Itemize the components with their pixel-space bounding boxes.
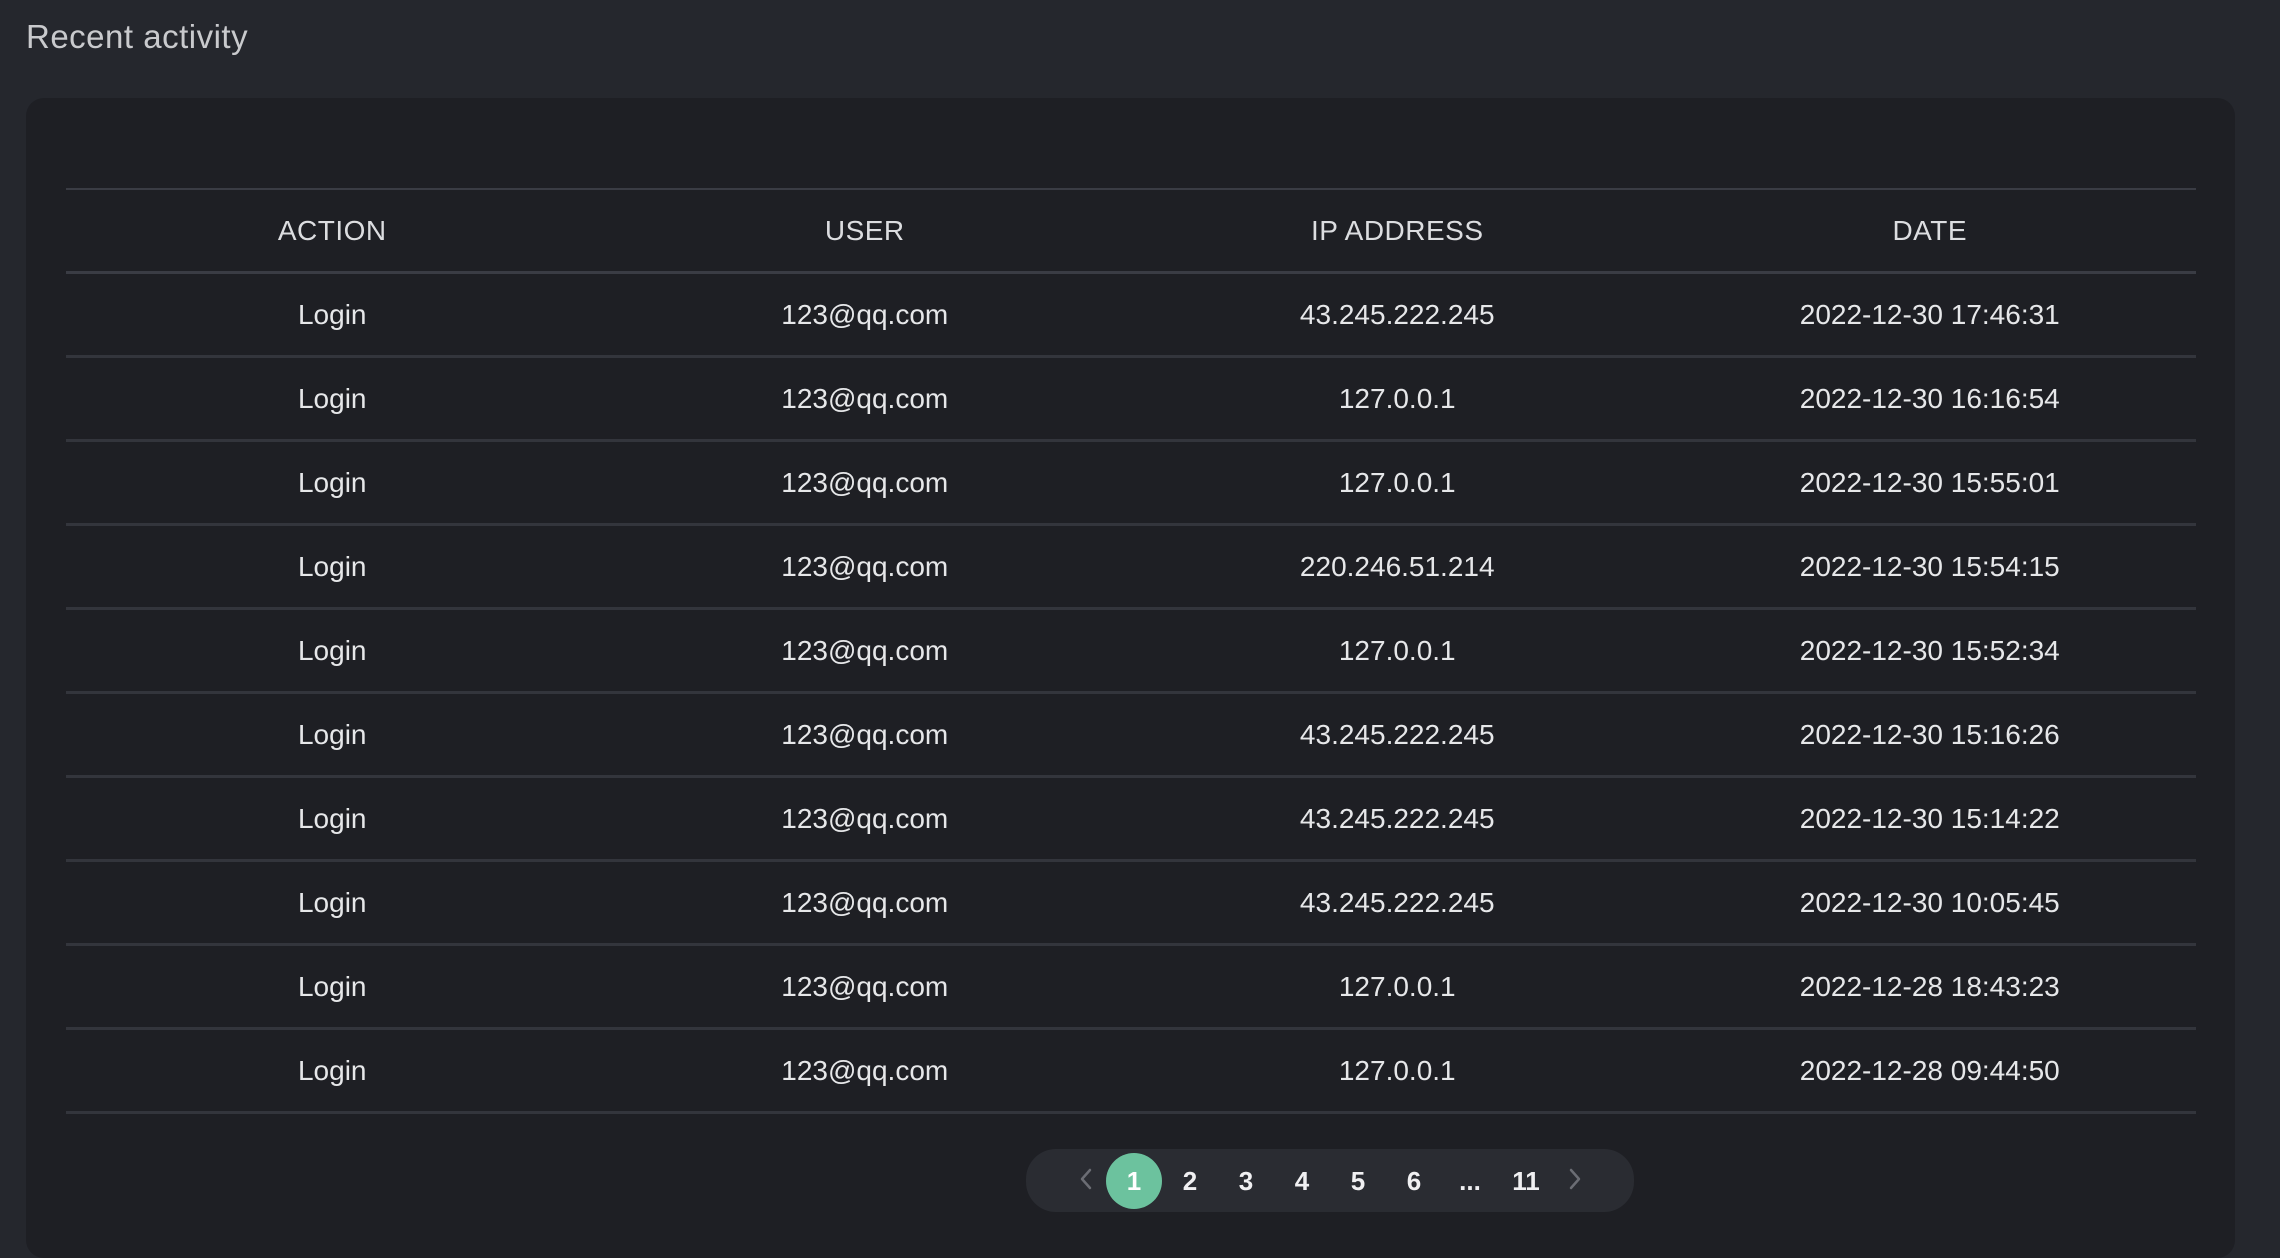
table-row: Login 123@qq.com 127.0.0.1 2022-12-28 18…: [66, 945, 2196, 1029]
cell-action: Login: [297, 1054, 367, 1086]
cell-date: 2022-12-30 15:55:01: [1799, 466, 2060, 498]
pagination: 1 2 3 4 5 6 ... 11: [1026, 1149, 1634, 1212]
cell-date: 2022-12-30 17:46:31: [1799, 298, 2060, 330]
cell-ip-address: 127.0.0.1: [1338, 466, 1456, 498]
cell-ip-address: 220.246.51.214: [1299, 550, 1495, 582]
cell-ip-address: 127.0.0.1: [1338, 382, 1456, 414]
column-header-date: DATE: [1892, 214, 1968, 246]
cell-action: Login: [297, 634, 367, 666]
cell-ip-address: 127.0.0.1: [1338, 970, 1456, 1002]
cell-action: Login: [297, 718, 367, 750]
cell-user: 123@qq.com: [781, 550, 949, 582]
cell-date: 2022-12-30 16:16:54: [1799, 382, 2060, 414]
cell-ip-address: 43.245.222.245: [1299, 802, 1495, 834]
cell-date: 2022-12-30 15:16:26: [1799, 718, 2060, 750]
table-row: Login 123@qq.com 127.0.0.1 2022-12-30 16…: [66, 357, 2196, 441]
table-row: Login 123@qq.com 43.245.222.245 2022-12-…: [66, 693, 2196, 777]
page-button-6[interactable]: 6: [1386, 1153, 1442, 1209]
cell-date: 2022-12-30 15:52:34: [1799, 634, 2060, 666]
table-row: Login 123@qq.com 220.246.51.214 2022-12-…: [66, 525, 2196, 609]
cell-action: Login: [297, 802, 367, 834]
cell-ip-address: 43.245.222.245: [1299, 298, 1495, 330]
column-header-action: ACTION: [277, 214, 387, 246]
cell-ip-address: 43.245.222.245: [1299, 718, 1495, 750]
cell-user: 123@qq.com: [781, 298, 949, 330]
cell-user: 123@qq.com: [781, 970, 949, 1002]
cell-date: 2022-12-28 18:43:23: [1799, 970, 2060, 1002]
cell-action: Login: [297, 886, 367, 918]
cell-user: 123@qq.com: [781, 802, 949, 834]
page-button-1[interactable]: 1: [1106, 1153, 1162, 1209]
table-header-row: ACTION USER IP ADDRESS DATE: [66, 189, 2196, 273]
cell-ip-address: 127.0.0.1: [1338, 634, 1456, 666]
cell-action: Login: [297, 466, 367, 498]
page-button-2[interactable]: 2: [1162, 1153, 1218, 1209]
cell-action: Login: [297, 298, 367, 330]
page-button-4[interactable]: 4: [1274, 1153, 1330, 1209]
cell-date: 2022-12-30 15:54:15: [1799, 550, 2060, 582]
chevron-left-icon: [1078, 1167, 1094, 1196]
table-row: Login 123@qq.com 127.0.0.1 2022-12-28 09…: [66, 1029, 2196, 1113]
cell-user: 123@qq.com: [781, 634, 949, 666]
cell-user: 123@qq.com: [781, 1054, 949, 1086]
cell-user: 123@qq.com: [781, 466, 949, 498]
activity-table: ACTION USER IP ADDRESS DATE Login 123@qq…: [66, 188, 2196, 1114]
page-button-5[interactable]: 5: [1330, 1153, 1386, 1209]
column-header-ip-address: IP ADDRESS: [1310, 214, 1484, 246]
page-button-11[interactable]: 11: [1498, 1153, 1554, 1209]
table-row: Login 123@qq.com 43.245.222.245 2022-12-…: [66, 777, 2196, 861]
cell-action: Login: [297, 382, 367, 414]
cell-action: Login: [297, 970, 367, 1002]
column-header-user: USER: [824, 214, 905, 246]
page-ellipsis[interactable]: ...: [1442, 1153, 1498, 1209]
table-row: Login 123@qq.com 43.245.222.245 2022-12-…: [66, 861, 2196, 945]
cell-date: 2022-12-30 15:14:22: [1799, 802, 2060, 834]
table-row: Login 123@qq.com 127.0.0.1 2022-12-30 15…: [66, 441, 2196, 525]
table-row: Login 123@qq.com 43.245.222.245 2022-12-…: [66, 273, 2196, 357]
cell-user: 123@qq.com: [781, 718, 949, 750]
activity-card: ACTION USER IP ADDRESS DATE Login 123@qq…: [26, 98, 2235, 1258]
cell-action: Login: [297, 550, 367, 582]
section-title: Recent activity: [26, 18, 249, 55]
next-page-button[interactable]: [1547, 1153, 1603, 1209]
cell-user: 123@qq.com: [781, 886, 949, 918]
chevron-right-icon: [1567, 1167, 1583, 1196]
cell-date: 2022-12-28 09:44:50: [1799, 1054, 2060, 1086]
cell-date: 2022-12-30 10:05:45: [1799, 886, 2060, 918]
cell-user: 123@qq.com: [781, 382, 949, 414]
cell-ip-address: 127.0.0.1: [1338, 1054, 1456, 1086]
page-button-3[interactable]: 3: [1218, 1153, 1274, 1209]
cell-ip-address: 43.245.222.245: [1299, 886, 1495, 918]
table-row: Login 123@qq.com 127.0.0.1 2022-12-30 15…: [66, 609, 2196, 693]
